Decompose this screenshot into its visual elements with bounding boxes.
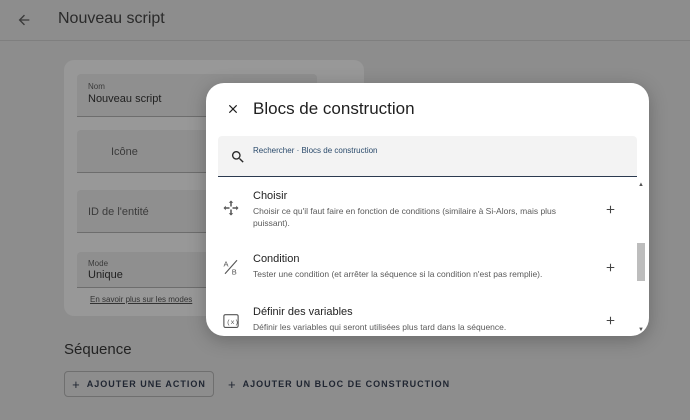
- mode-select-label: Mode: [88, 259, 109, 268]
- dialog-title: Blocs de construction: [253, 99, 415, 118]
- svg-text:A: A: [224, 259, 229, 268]
- arrow-left-icon: [18, 14, 30, 26]
- list-item-variables[interactable]: (x) Définir des variables Définir les va…: [206, 297, 637, 336]
- back-button[interactable]: [12, 8, 36, 32]
- close-button[interactable]: [221, 97, 245, 121]
- item-description: Choisir ce qu'il faut faire en fonction …: [253, 206, 557, 228]
- item-title: Choisir: [253, 190, 288, 202]
- add-item-button[interactable]: [601, 311, 619, 329]
- add-building-block-button[interactable]: + AJOUTER UN BLOC DE CONSTRUCTION: [222, 371, 456, 397]
- plus-icon: +: [72, 376, 81, 392]
- item-description: Tester une condition (et arrêter la séqu…: [253, 269, 543, 279]
- item-title: Condition: [253, 253, 300, 265]
- page-title: Nouveau script: [58, 10, 165, 27]
- scroll-thumb[interactable]: [637, 243, 645, 281]
- icon-field-placeholder: Icône: [111, 146, 138, 158]
- list-scrollbar[interactable]: ▲ ▼: [637, 181, 645, 336]
- item-title: Définir des variables: [253, 306, 353, 318]
- add-item-button[interactable]: [601, 258, 619, 276]
- sequence-title: Séquence: [64, 341, 132, 358]
- a-b-icon: A B: [224, 259, 238, 277]
- modes-help-link[interactable]: En savoir plus sur les modes: [90, 295, 192, 304]
- plus-icon: [606, 205, 614, 213]
- name-field-value: Nouveau script: [88, 93, 162, 105]
- scroll-up-icon[interactable]: ▲: [637, 181, 645, 189]
- add-building-block-label: AJOUTER UN BLOC DE CONSTRUCTION: [242, 379, 451, 389]
- item-description: Définir les variables qui seront utilisé…: [253, 322, 507, 332]
- close-icon: [228, 104, 238, 114]
- plus-icon: [606, 263, 614, 271]
- scroll-down-icon[interactable]: ▼: [637, 326, 645, 334]
- list-item-condition[interactable]: A B Condition Tester une condition (et a…: [206, 243, 637, 291]
- list-item-choose[interactable]: Choisir Choisir ce qu'il faut faire en f…: [206, 181, 637, 237]
- svg-text:B: B: [232, 268, 237, 277]
- plus-icon: [606, 316, 614, 324]
- svg-text:(x): (x): [227, 319, 239, 327]
- mode-select-value: Unique: [88, 269, 123, 281]
- top-app-bar: Nouveau script: [0, 0, 690, 40]
- name-field-label: Nom: [88, 82, 105, 91]
- arrow-decision-icon: [223, 200, 239, 216]
- add-item-button[interactable]: [601, 200, 619, 218]
- search-input[interactable]: Rechercher · Blocs de construction: [218, 136, 637, 177]
- add-action-button[interactable]: + AJOUTER UNE ACTION: [64, 371, 214, 397]
- plus-icon: +: [228, 376, 237, 392]
- building-blocks-list: Choisir Choisir ce qu'il faut faire en f…: [206, 181, 637, 336]
- building-blocks-dialog: Blocs de construction Rechercher · Blocs…: [206, 83, 649, 336]
- add-action-label: AJOUTER UNE ACTION: [86, 379, 206, 389]
- search-label: Rechercher · Blocs de construction: [253, 146, 378, 155]
- search-icon: [231, 151, 244, 163]
- variable-icon: (x): [223, 314, 239, 328]
- divider: [0, 40, 690, 41]
- entity-id-placeholder: ID de l'entité: [88, 206, 149, 218]
